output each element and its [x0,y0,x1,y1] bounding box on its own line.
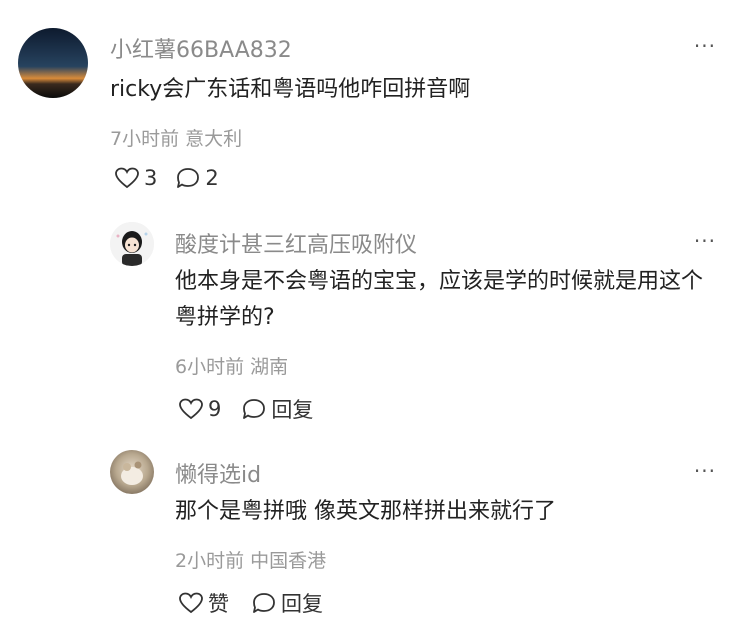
like-label: 赞 [208,592,229,616]
reply-label: 回复 [281,592,323,616]
comment-bubble-icon [253,593,275,613]
cartoon-avatar-icon [110,222,154,266]
comment-text: 他本身是不会粤语的宝宝，应该是学的时候就是用这个粤拼学的? [175,269,704,330]
reply-label: 回复 [271,398,314,422]
avatar[interactable] [110,450,154,494]
avatar[interactable] [18,28,88,98]
more-options-button[interactable]: ··· [694,459,716,483]
comment-actions: 赞 回复 [178,588,323,618]
heart-icon [179,398,203,420]
like-button[interactable]: 3 [114,166,157,190]
comment-actions: 9 回复 [178,394,313,424]
comment-item: 小红薯66BAA832 ··· ricky会广东话和粤语吗他咋回拼音啊 7小时前… [0,0,740,210]
heart-icon [115,167,139,189]
username[interactable]: 懒得选id [175,457,261,489]
avatar[interactable] [110,222,154,266]
comment-item: 懒得选id ··· 那个是粤拼哦 像英文那样拼出来就行了 2小时前 中国香港 赞… [0,440,740,634]
sunset-avatar-icon [18,28,88,98]
comment-text: 那个是粤拼哦 像英文那样拼出来就行了 [175,499,556,524]
reply-button[interactable]: 回复 [251,588,323,618]
timestamp: 6小时前 [175,356,245,378]
timestamp: 2小时前 [175,550,245,572]
location: 中国香港 [250,550,327,572]
reply-button[interactable]: 2 [175,166,219,190]
like-button[interactable]: 赞 [178,588,229,618]
comment-meta: 2小时前 中国香港 [175,546,326,573]
photo-avatar-icon [110,450,154,494]
comment-bubble-icon [243,399,266,419]
comment-meta: 6小时前 湖南 [175,352,288,379]
username[interactable]: 酸度计甚三红高压吸附仪 [175,227,417,259]
comment-text: ricky会广东话和粤语吗他咋回拼音啊 [110,77,471,102]
comment-bubble-icon [177,168,200,188]
timestamp: 7小时前 [110,128,180,150]
heart-icon [179,592,203,614]
like-count: 9 [208,397,222,421]
like-count: 3 [144,166,158,190]
more-options-button[interactable]: ··· [694,229,716,253]
reply-count: 2 [205,166,219,190]
comment-meta: 7小时前 意大利 [110,124,242,151]
location: 湖南 [250,356,289,378]
more-options-button[interactable]: ··· [694,34,716,58]
reply-button[interactable]: 回复 [241,394,313,424]
username[interactable]: 小红薯66BAA832 [110,32,292,64]
like-button[interactable]: 9 [178,397,221,421]
location: 意大利 [185,128,243,150]
comment-actions: 3 2 [114,166,219,190]
comment-item: 酸度计甚三红高压吸附仪 ··· 他本身是不会粤语的宝宝，应该是学的时候就是用这个… [0,210,740,440]
